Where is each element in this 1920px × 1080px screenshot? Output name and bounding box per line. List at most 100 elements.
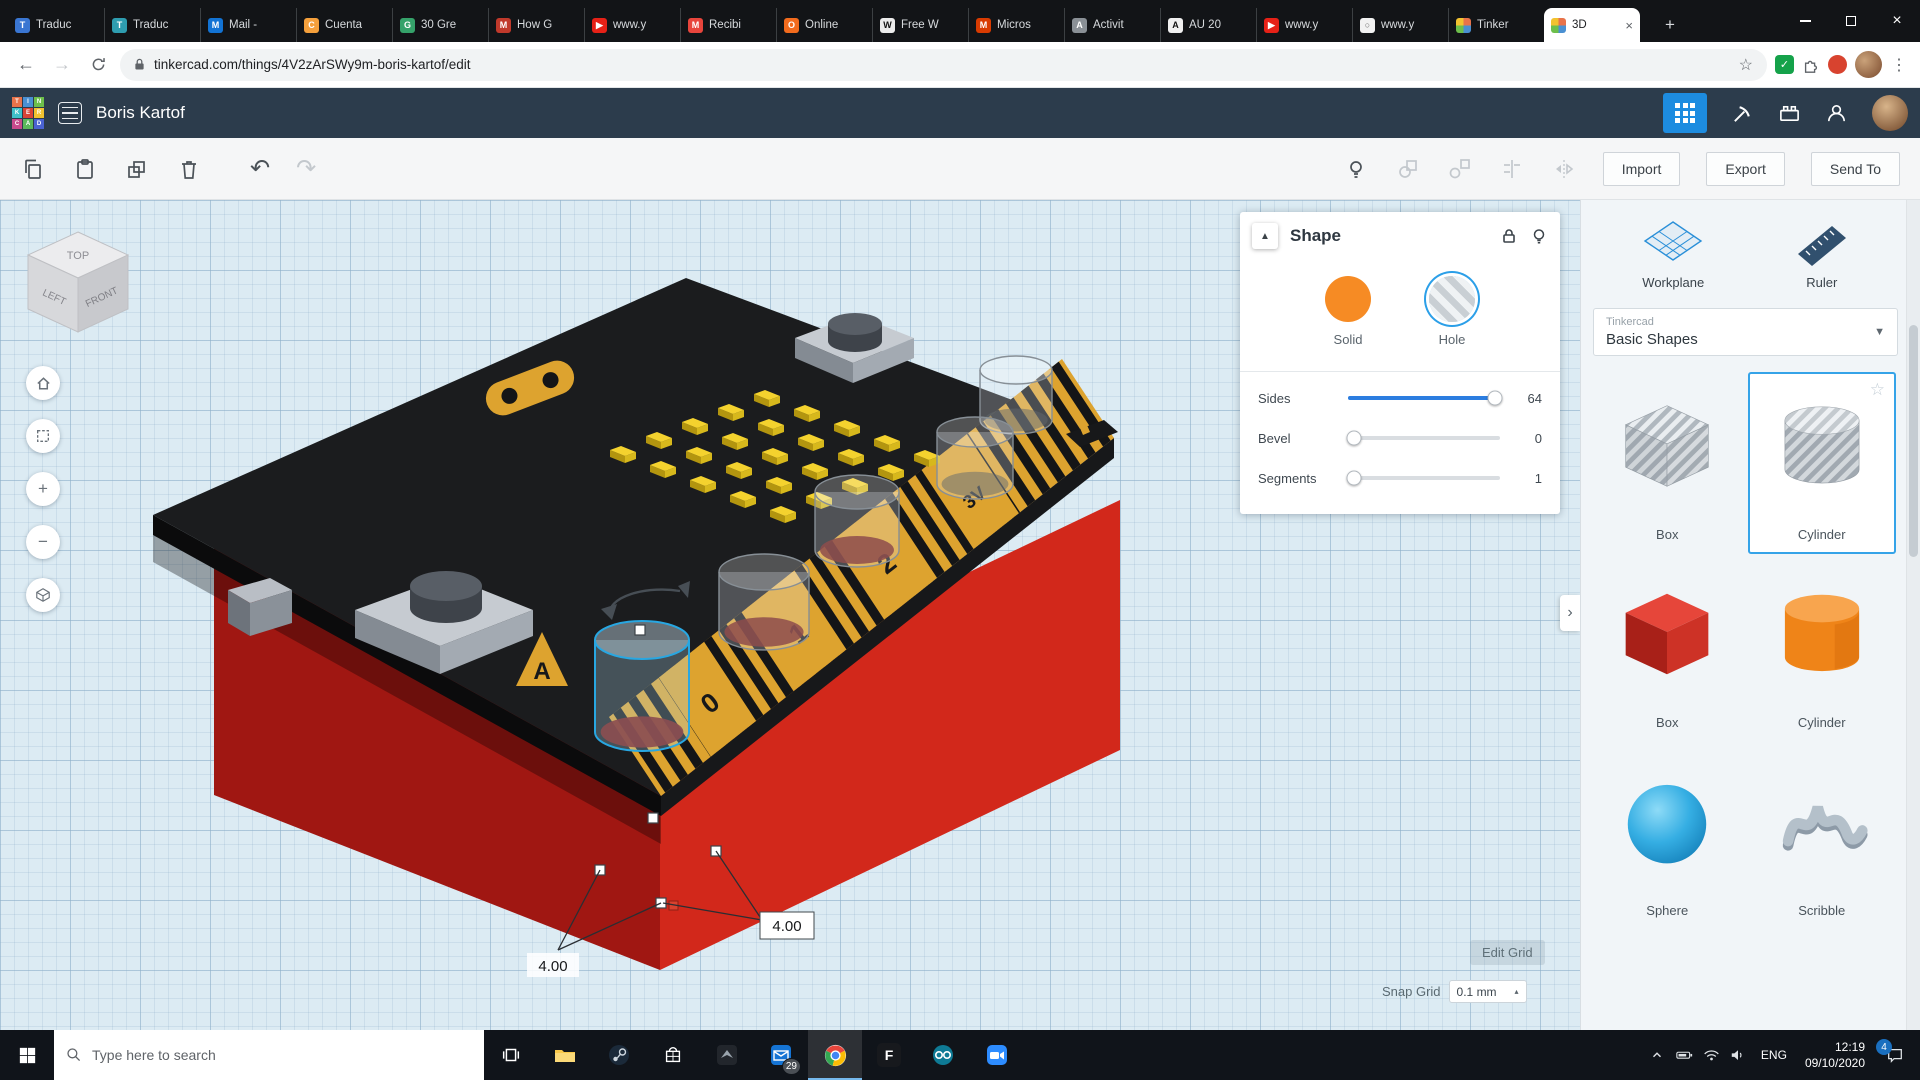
perspective-toggle-button[interactable] <box>26 578 60 612</box>
view-cube-top-label[interactable]: TOP <box>67 250 89 262</box>
home-view-button[interactable] <box>26 366 60 400</box>
window-minimize-button[interactable] <box>1782 0 1828 42</box>
person-icon[interactable] <box>1825 102 1848 125</box>
send-to-button[interactable]: Send To <box>1811 152 1900 186</box>
import-button[interactable]: Import <box>1603 152 1681 186</box>
slider-handle[interactable] <box>1347 431 1362 446</box>
grammarly-extension-icon[interactable]: ✓ <box>1775 55 1794 74</box>
taskbar-camera[interactable] <box>970 1030 1024 1080</box>
forward-button[interactable]: → <box>48 51 76 79</box>
tray-chevron-icon[interactable] <box>1644 1030 1671 1080</box>
window-close-button[interactable]: × <box>1874 0 1920 42</box>
duplicate-button[interactable] <box>124 156 150 182</box>
design-title[interactable]: Boris Kartof <box>96 103 185 123</box>
taskbar-mail[interactable]: 29 <box>754 1030 808 1080</box>
window-maximize-button[interactable] <box>1828 0 1874 42</box>
back-button[interactable]: ← <box>12 51 40 79</box>
taskbar-clock[interactable]: 12:19 09/10/2020 <box>1796 1039 1874 1071</box>
browser-menu-icon[interactable]: ⋮ <box>1890 55 1908 75</box>
shape-card-box[interactable]: Box <box>1593 372 1742 554</box>
taskbar-search[interactable]: Type here to search <box>54 1030 484 1080</box>
shape-card-cylinder[interactable]: Cylinder <box>1748 560 1897 742</box>
shape-category-dropdown[interactable]: Tinkercad Basic Shapes ▼ <box>1593 308 1898 356</box>
slider-sides[interactable]: Sides64 <box>1248 378 1552 418</box>
slider-track[interactable] <box>1348 436 1500 440</box>
fit-view-button[interactable] <box>26 419 60 453</box>
slider-handle[interactable] <box>1488 391 1503 406</box>
start-button[interactable] <box>0 1030 54 1080</box>
browser-tab[interactable]: AAU 20 <box>1160 8 1256 42</box>
scrollbar-thumb[interactable] <box>1909 325 1918 557</box>
taskbar-game[interactable] <box>700 1030 754 1080</box>
language-indicator[interactable]: ENG <box>1752 1048 1796 1062</box>
taskbar-f-app[interactable]: F <box>862 1030 916 1080</box>
blocks-mode-button[interactable] <box>1663 93 1707 133</box>
zoom-out-button[interactable]: − <box>26 525 60 559</box>
notes-bulb-button[interactable] <box>1343 156 1369 182</box>
browser-tab[interactable]: MMail - <box>200 8 296 42</box>
browser-tab[interactable]: OOnline <box>776 8 872 42</box>
favorite-star-icon[interactable]: ☆ <box>1870 380 1885 400</box>
export-button[interactable]: Export <box>1706 152 1784 186</box>
browser-tab[interactable]: TTraduc <box>104 8 200 42</box>
edit-grid-button[interactable]: Edit Grid <box>1470 940 1545 965</box>
refresh-button[interactable] <box>84 51 112 79</box>
browser-tab[interactable]: MHow G <box>488 8 584 42</box>
wifi-icon[interactable] <box>1698 1030 1725 1080</box>
mirror-button[interactable] <box>1551 156 1577 182</box>
browser-tab[interactable]: WFree W <box>872 8 968 42</box>
hole-option[interactable]: Hole <box>1429 276 1475 347</box>
taskbar-steam[interactable] <box>592 1030 646 1080</box>
dimension-value[interactable]: 4.00 <box>538 958 567 975</box>
paste-button[interactable] <box>72 156 98 182</box>
browser-tab[interactable]: 3D× <box>1544 8 1640 42</box>
tinkercad-logo[interactable]: TINKERCAD <box>12 97 44 129</box>
browser-tab[interactable]: TTraduc <box>8 8 104 42</box>
browser-tab[interactable]: ▶www.y <box>584 8 680 42</box>
delete-button[interactable] <box>176 156 202 182</box>
solid-option[interactable]: Solid <box>1325 276 1371 347</box>
browser-tab[interactable]: ○www.y <box>1352 8 1448 42</box>
group-button[interactable] <box>1395 156 1421 182</box>
view-cube[interactable]: TOP LEFT FRONT <box>18 222 138 342</box>
selected-cylinder[interactable] <box>595 621 689 751</box>
browser-tab[interactable]: MRecibi <box>680 8 776 42</box>
taskbar-store[interactable] <box>646 1030 700 1080</box>
shape-card-cylinder[interactable]: ☆Cylinder <box>1748 372 1897 554</box>
user-avatar[interactable] <box>1872 95 1908 131</box>
undo-button[interactable]: ↶ <box>250 154 270 183</box>
task-view-button[interactable] <box>484 1030 538 1080</box>
slider-handle[interactable] <box>1347 471 1362 486</box>
workplane-tool[interactable]: Workplane <box>1599 216 1748 290</box>
shape-card-scribble[interactable]: Scribble <box>1748 748 1897 930</box>
lock-icon[interactable] <box>1500 227 1518 245</box>
properties-menu-icon[interactable] <box>58 102 82 124</box>
ungroup-button[interactable] <box>1447 156 1473 182</box>
browser-tab[interactable]: CCuenta <box>296 8 392 42</box>
copy-button[interactable] <box>20 156 46 182</box>
browser-tab[interactable]: ▶www.y <box>1256 8 1352 42</box>
shape-card-sphere[interactable]: Sphere <box>1593 748 1742 930</box>
browser-profile-avatar[interactable] <box>1855 51 1882 78</box>
slider-track[interactable] <box>1348 396 1500 400</box>
new-tab-button[interactable]: + <box>1656 11 1684 39</box>
dimension-value[interactable]: 4.00 <box>772 918 801 935</box>
visibility-bulb-icon[interactable] <box>1530 227 1548 245</box>
taskbar-file-explorer[interactable] <box>538 1030 592 1080</box>
slider-track[interactable] <box>1348 476 1500 480</box>
browser-tab[interactable]: AActivit <box>1064 8 1160 42</box>
zoom-in-button[interactable]: + <box>26 472 60 506</box>
browser-tab[interactable]: Tinker <box>1448 8 1544 42</box>
slider-segments[interactable]: Segments1 <box>1248 458 1552 498</box>
brick-mode-icon[interactable] <box>1778 102 1801 125</box>
action-center-button[interactable]: 4 <box>1874 1030 1916 1080</box>
slider-bevel[interactable]: Bevel0 <box>1248 418 1552 458</box>
shape-card-box[interactable]: Box <box>1593 560 1742 742</box>
ruler-tool[interactable]: Ruler <box>1748 216 1897 290</box>
url-field[interactable]: tinkercad.com/things/4V2zArSWy9m-boris-k… <box>120 49 1767 81</box>
snap-grid-dropdown[interactable]: 0.1 mm▴ <box>1449 980 1527 1003</box>
sidebar-scrollbar[interactable] <box>1906 200 1920 1030</box>
browser-tab[interactable]: MMicros <box>968 8 1064 42</box>
sidebar-collapse-chevron[interactable]: › <box>1560 595 1580 631</box>
3d-viewport[interactable]: 0123VA4.004.00 TOP LEFT FRONT + − ▲ Shap… <box>0 200 1580 1030</box>
